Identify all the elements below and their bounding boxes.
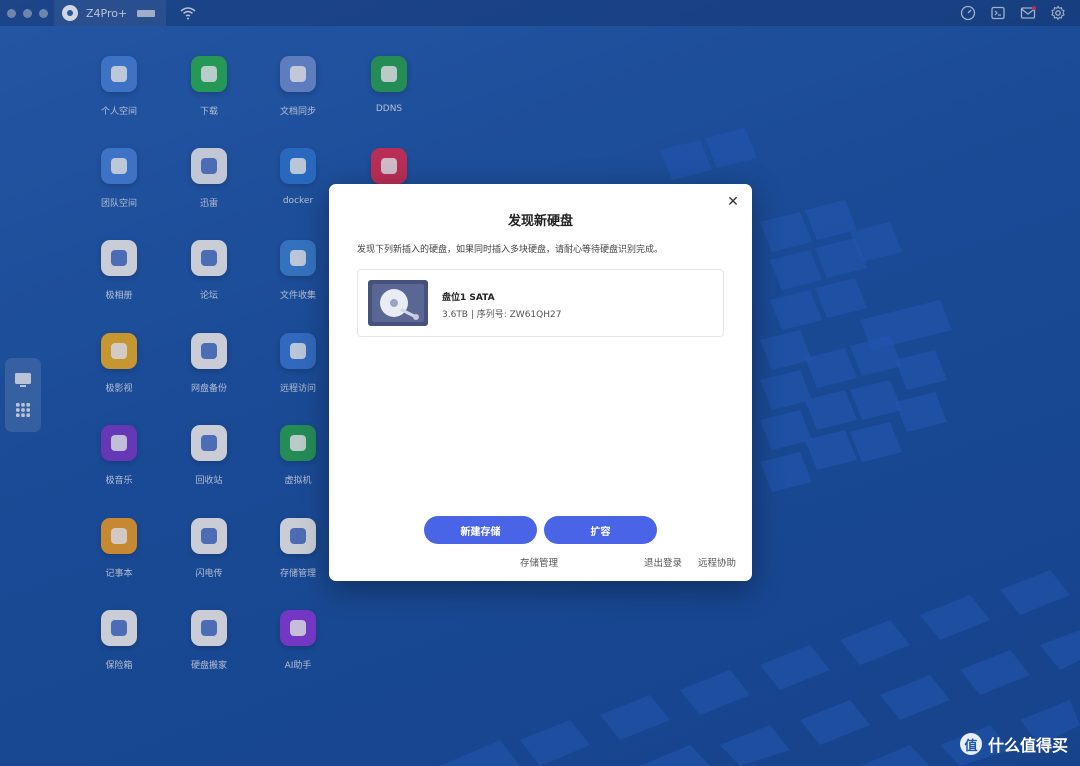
- dialog-title: 发现新硬盘: [507, 214, 573, 229]
- watermark-logo: 值: [959, 733, 982, 755]
- logout-link[interactable]: 退出登录: [644, 555, 682, 569]
- disk-meta: 3.6TB | 序列号: ZW61QH27: [442, 310, 562, 320]
- watermark: 值 什么值得买: [959, 732, 1068, 756]
- remote-help-link[interactable]: 远程协助: [698, 555, 736, 569]
- dialog-description: 发现下列新插入的硬盘，如果同时插入多块硬盘，请耐心等待硬盘识别完成。: [357, 245, 664, 255]
- close-icon[interactable]: ✕: [726, 195, 740, 209]
- disk-card[interactable]: 盘位1 SATA 3.6TB | 序列号: ZW61QH27: [357, 269, 724, 337]
- new-disk-dialog: 发现新硬盘 ✕ 发现下列新插入的硬盘，如果同时插入多块硬盘，请耐心等待硬盘识别完…: [329, 184, 752, 581]
- hard-disk-icon: [368, 280, 428, 326]
- watermark-text: 什么值得买: [987, 736, 1068, 755]
- disk-name: 盘位1 SATA: [442, 293, 495, 303]
- new-storage-button[interactable]: 新建存储: [424, 516, 537, 544]
- expand-button[interactable]: 扩容: [544, 516, 657, 544]
- storage-manage-link[interactable]: 存储管理: [520, 555, 558, 569]
